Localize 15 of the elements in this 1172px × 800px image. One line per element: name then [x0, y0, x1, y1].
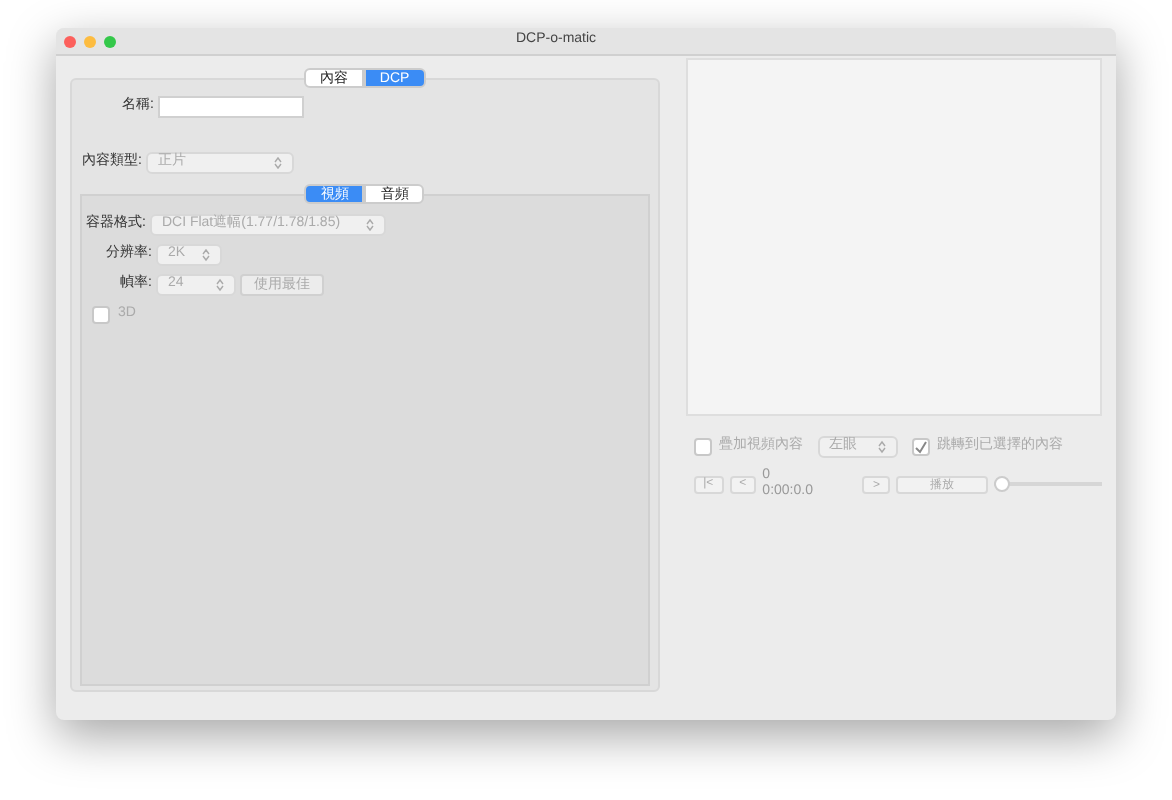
checkbox[interactable]: [693, 438, 712, 456]
name-field[interactable]: [157, 96, 304, 118]
stepper-arrows-icon: [215, 278, 224, 292]
slider-thumb[interactable]: [994, 476, 1010, 492]
checkbox[interactable]: [92, 305, 110, 324]
checkmark-icon: [913, 440, 928, 454]
checkbox[interactable]: [911, 438, 930, 456]
minimize-button[interactable]: [84, 35, 96, 47]
stepper-arrows-icon: [877, 440, 886, 454]
position-slider[interactable]: [994, 476, 1102, 492]
zoom-button[interactable]: [104, 35, 116, 47]
stepper-arrows-icon: [273, 156, 282, 170]
stepper-arrows-icon: [201, 248, 210, 262]
stepper-arrows-icon: [365, 218, 374, 232]
close-button[interactable]: [64, 35, 76, 47]
